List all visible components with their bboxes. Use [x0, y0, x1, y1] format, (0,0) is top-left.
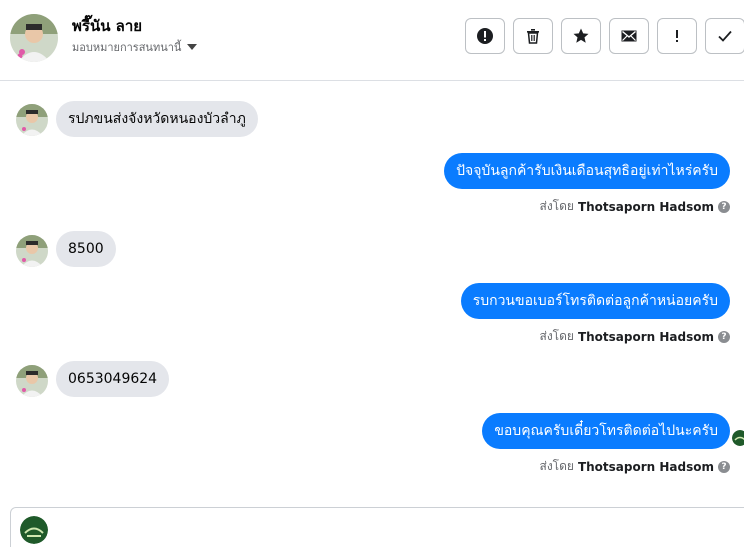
- outgoing-message-bubble[interactable]: ปัจจุบันลูกค้ารับเงินเดือนสุทธิอยู่เท่าไ…: [444, 153, 730, 189]
- outgoing-message-bubble[interactable]: รบกวนขอเบอร์โทรติดต่อลูกค้าหน่อยครับ: [460, 283, 730, 319]
- sender-name: Thotsaporn Hadsom: [577, 459, 714, 474]
- sent-by-prefix: ส่งโดย: [539, 329, 574, 343]
- exclamation-icon: [676, 30, 678, 42]
- help-icon[interactable]: ?: [718, 200, 730, 213]
- sent-by-prefix: ส่งโดย: [539, 459, 574, 473]
- sender-name: Thotsaporn Hadsom: [577, 199, 714, 214]
- sent-by-label: ส่งโดย Thotsaporn Hadsom ?: [539, 197, 730, 216]
- message-row: รปภขนส่งจังหวัดหนองบัวลำภู: [56, 101, 258, 137]
- message-composer[interactable]: [10, 507, 744, 547]
- star-button[interactable]: [561, 18, 601, 54]
- contact-avatar-small: [16, 365, 48, 397]
- alert-button[interactable]: [465, 18, 505, 54]
- delete-button[interactable]: [513, 18, 553, 54]
- page-logo-icon: [732, 430, 744, 446]
- contact-avatar-small: [16, 235, 48, 267]
- message-row: ปัจจุบันลูกค้ารับเงินเดือนสุทธิอยู่เท่าไ…: [444, 153, 730, 189]
- conversation-toolbar: [465, 18, 744, 54]
- contact-avatar[interactable]: [10, 14, 58, 62]
- alert-icon: [477, 28, 493, 44]
- mark-done-button[interactable]: [705, 18, 744, 54]
- page-logo-icon: [20, 516, 48, 544]
- check-icon: [718, 30, 732, 42]
- help-icon[interactable]: ?: [718, 330, 730, 343]
- spam-button[interactable]: [657, 18, 697, 54]
- message-row: รบกวนขอเบอร์โทรติดต่อลูกค้าหน่อยครับ: [460, 283, 730, 319]
- sent-by-label: ส่งโดย Thotsaporn Hadsom ?: [539, 327, 730, 346]
- mail-icon: [621, 30, 637, 42]
- incoming-message-bubble[interactable]: 0653049624: [56, 361, 170, 397]
- help-icon[interactable]: ?: [718, 460, 730, 473]
- contact-name: พรี๊นัน ลาย: [72, 17, 143, 35]
- incoming-message-bubble[interactable]: รปภขนส่งจังหวัดหนองบัวลำภู: [56, 101, 258, 137]
- chevron-down-icon: [187, 44, 198, 50]
- message-row: 0653049624: [56, 361, 170, 397]
- contact-avatar-small: [16, 104, 48, 136]
- incoming-message-bubble[interactable]: 8500: [56, 231, 116, 267]
- message-row: ขอบคุณครับเดี๋ยวโทรติดต่อไปนะครับ: [482, 413, 730, 449]
- assign-label: มอบหมายการสนทนานี้: [72, 41, 182, 54]
- mark-unread-button[interactable]: [609, 18, 649, 54]
- message-row: 8500: [56, 231, 116, 267]
- outgoing-message-bubble[interactable]: ขอบคุณครับเดี๋ยวโทรติดต่อไปนะครับ: [482, 413, 730, 449]
- star-icon: [573, 28, 589, 43]
- sender-name: Thotsaporn Hadsom: [577, 329, 714, 344]
- sent-by-label: ส่งโดย Thotsaporn Hadsom ?: [539, 457, 730, 476]
- sent-by-prefix: ส่งโดย: [539, 199, 574, 213]
- conversation-header: พรี๊นัน ลาย มอบหมายการสนทนานี้: [0, 0, 744, 81]
- assign-conversation-dropdown[interactable]: มอบหมายการสนทนานี้: [72, 38, 198, 56]
- trash-icon: [527, 29, 539, 44]
